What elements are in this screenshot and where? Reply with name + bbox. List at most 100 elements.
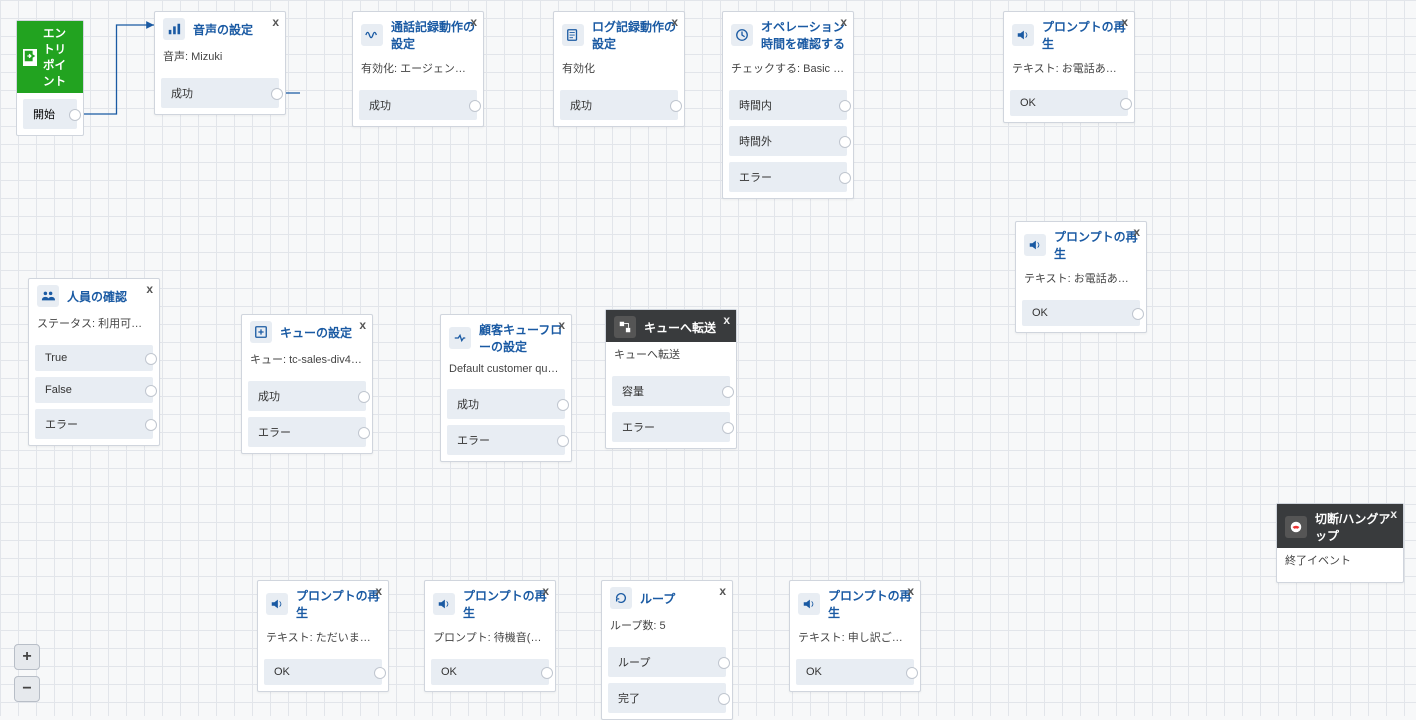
node-staff[interactable]: 人員の確認xステータス: 利用可能 (tc-sa...TrueFalseエラー (28, 278, 160, 446)
node-hangup[interactable]: 切断/ハングアップx 終了イベント (1276, 503, 1404, 583)
node-body: キューへ転送 (606, 342, 736, 368)
node-title: 音声の設定 (193, 21, 277, 38)
output-port[interactable]: OK (1010, 90, 1128, 116)
node-title: 通話記録動作の設定 (391, 18, 475, 52)
output-port[interactable]: True (35, 345, 153, 371)
close-icon[interactable]: x (542, 584, 549, 598)
output-port[interactable]: ループ (608, 647, 726, 677)
node-body: 音声: Mizuki (155, 44, 285, 70)
node-body: 有効化: エージェントおよ... (353, 56, 483, 82)
output-port[interactable]: 成功 (161, 78, 279, 108)
zoom-controls: + − (14, 644, 40, 702)
output-port[interactable]: OK (796, 659, 914, 685)
clock-icon (731, 24, 753, 46)
node-transfer[interactable]: キューへ転送xキューへ転送容量エラー (605, 309, 737, 449)
close-icon[interactable]: x (840, 15, 847, 29)
output-port[interactable]: エラー (447, 425, 565, 455)
output-port[interactable]: 時間内 (729, 90, 847, 120)
node-body: キュー: tc-sales-div4-queue (242, 347, 372, 373)
node-body: テキスト: ただいま電話が... (258, 625, 388, 651)
entry-point-node[interactable]: エントリポイント 開始 (16, 20, 84, 136)
node-hours[interactable]: オペレーション時間を確認するx チェックする: Basic Hours 時間内時間外… (722, 11, 854, 199)
flow-icon (449, 327, 471, 349)
close-icon[interactable]: x (272, 15, 279, 29)
node-prompt_b3[interactable]: プロンプトの再生x テキスト: 申し訳ございま... OK (789, 580, 921, 692)
node-voice[interactable]: 音声の設定x 音声: Mizuki 成功 (154, 11, 286, 115)
output-port[interactable]: 成功 (359, 90, 477, 120)
node-loop[interactable]: ループxループ数: 5ループ完了 (601, 580, 733, 720)
node-title: ループ (640, 590, 724, 607)
speaker-icon (433, 593, 455, 615)
node-title: プロンプトの再生 (1042, 18, 1126, 52)
node-logging[interactable]: ログ記録動作の設定x 有効化成功 (553, 11, 685, 127)
node-queue_set[interactable]: キューの設定x キュー: tc-sales-div4-queue 成功エラー (241, 314, 373, 454)
entry-start-output[interactable]: 開始 (23, 99, 77, 129)
output-port[interactable]: 成功 (560, 90, 678, 120)
entry-title: エントリポイント (43, 25, 77, 89)
node-title: プロンプトの再生 (296, 587, 380, 621)
close-icon[interactable]: x (558, 318, 565, 332)
node-title: 顧客キューフローの設定 (479, 321, 563, 355)
arrow-in-icon (23, 49, 37, 66)
close-icon[interactable]: x (1390, 507, 1397, 521)
node-prompt_b1[interactable]: プロンプトの再生x テキスト: ただいま電話が... OK (257, 580, 389, 692)
node-recording[interactable]: 通話記録動作の設定x 有効化: エージェントおよ... 成功 (352, 11, 484, 127)
hangup-icon (1285, 516, 1307, 538)
transfer-icon (614, 316, 636, 338)
speaker-icon (1012, 24, 1034, 46)
people-icon (37, 285, 59, 307)
node-prompt_top[interactable]: プロンプトの再生x テキスト: お電話ありがと... OK (1003, 11, 1135, 123)
output-port[interactable]: OK (1022, 300, 1140, 326)
close-icon[interactable]: x (671, 15, 678, 29)
output-port[interactable]: 成功 (248, 381, 366, 411)
node-body: プロンプト: 待機音(20秒).w... (425, 625, 555, 651)
wave-icon (361, 24, 383, 46)
speaker-icon (798, 593, 820, 615)
node-body: テキスト: 申し訳ございま... (790, 625, 920, 651)
output-port[interactable]: OK (431, 659, 549, 685)
node-cust_flow[interactable]: 顧客キューフローの設定x Default customer queue 成功エラー (440, 314, 572, 462)
node-body: チェックする: Basic Hours (723, 56, 853, 82)
node-body: テキスト: お電話ありがと... (1004, 56, 1134, 82)
node-title: プロンプトの再生 (1054, 228, 1138, 262)
log-icon (562, 24, 584, 46)
close-icon[interactable]: x (719, 584, 726, 598)
close-icon[interactable]: x (359, 318, 366, 332)
node-title: オペレーション時間を確認する (761, 18, 845, 52)
speaker-icon (1024, 234, 1046, 256)
node-body: 有効化 (554, 56, 684, 82)
output-port[interactable]: 成功 (447, 389, 565, 419)
node-title: ログ記録動作の設定 (592, 18, 676, 52)
close-icon[interactable]: x (1133, 225, 1140, 239)
node-prompt_b2[interactable]: プロンプトの再生xプロンプト: 待機音(20秒).w...OK (424, 580, 556, 692)
output-port[interactable]: エラー (612, 412, 730, 442)
output-port[interactable]: エラー (35, 409, 153, 439)
node-prompt_mid[interactable]: プロンプトの再生x テキスト: お電話ありがと... OK (1015, 221, 1147, 333)
close-icon[interactable]: x (470, 15, 477, 29)
close-icon[interactable]: x (146, 282, 153, 296)
zoom-in-button[interactable]: + (14, 644, 40, 670)
queue-icon (250, 321, 272, 343)
output-port[interactable]: 容量 (612, 376, 730, 406)
close-icon[interactable]: x (723, 313, 730, 327)
output-port[interactable]: エラー (729, 162, 847, 192)
close-icon[interactable]: x (1121, 15, 1128, 29)
output-port[interactable]: エラー (248, 417, 366, 447)
output-port[interactable]: 完了 (608, 683, 726, 713)
close-icon[interactable]: x (907, 584, 914, 598)
node-title: プロンプトの再生 (828, 587, 912, 621)
node-body: テキスト: お電話ありがと... (1016, 266, 1146, 292)
speaker-icon (266, 593, 288, 615)
zoom-out-button[interactable]: − (14, 676, 40, 702)
close-icon[interactable]: x (375, 584, 382, 598)
voice-icon (163, 18, 185, 40)
node-title: 人員の確認 (67, 288, 151, 305)
output-port[interactable]: 時間外 (729, 126, 847, 156)
loop-icon (610, 587, 632, 609)
node-title: 切断/ハングアップ (1315, 510, 1395, 544)
node-title: キューの設定 (280, 324, 364, 341)
output-port[interactable]: OK (264, 659, 382, 685)
node-body: 終了イベント (1277, 548, 1403, 574)
output-port[interactable]: False (35, 377, 153, 403)
node-body: Default customer queue (441, 359, 571, 381)
